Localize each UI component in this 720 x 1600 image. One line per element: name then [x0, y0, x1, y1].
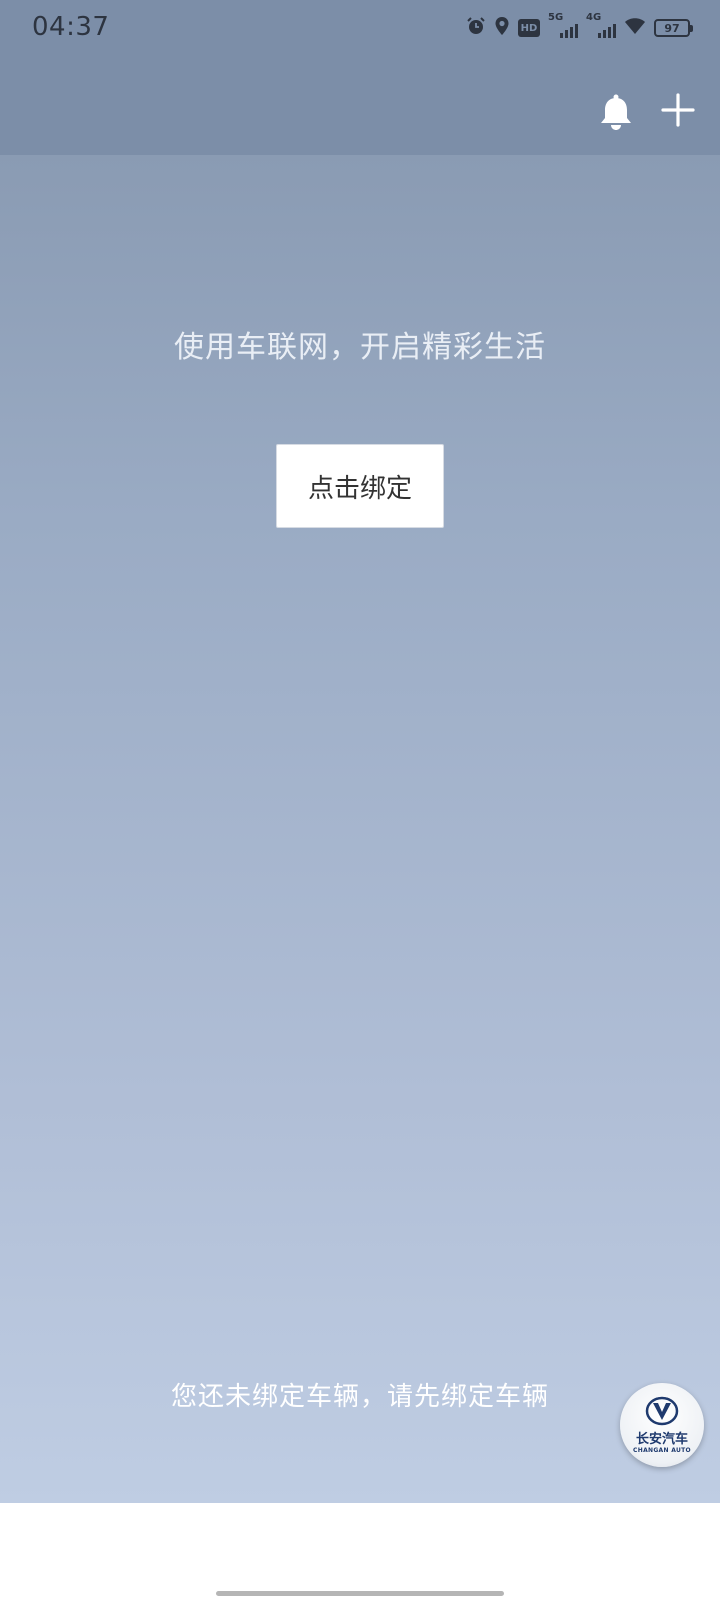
plus-icon	[661, 93, 695, 127]
top-bar: 04:37 HD 5G 4G 97	[0, 0, 720, 155]
brand-name-cn: 长安汽车	[635, 1432, 688, 1447]
bind-vehicle-button[interactable]: 点击绑定	[276, 444, 444, 528]
notification-bell-button[interactable]	[596, 92, 636, 132]
app-screen: 04:37 HD 5G 4G 97 使用车联网，开启精彩生活 点击绑定 您还未绑…	[0, 0, 720, 1503]
signal-5g-icon: 5G	[548, 12, 578, 38]
unbound-notice: 您还未绑定车辆，请先绑定车辆	[170, 1382, 549, 1412]
wifi-icon	[624, 17, 646, 39]
brand-name-en: CHANGAN AUTO	[633, 1447, 691, 1454]
alarm-icon	[466, 16, 486, 40]
headline: 使用车联网，开启精彩生活	[174, 330, 546, 365]
location-icon	[494, 16, 510, 40]
changan-brand-badge[interactable]: 长安汽车 CHANGAN AUTO	[620, 1383, 704, 1467]
battery-icon: 97	[654, 19, 693, 37]
add-button[interactable]	[660, 92, 696, 128]
home-indicator[interactable]	[216, 1591, 504, 1596]
signal-4g-icon: 4G	[586, 12, 616, 38]
network-type-label: 4G	[586, 12, 602, 23]
bell-icon	[601, 94, 631, 130]
status-icons: HD 5G 4G 97	[466, 12, 693, 42]
changan-logo-icon	[645, 1396, 679, 1426]
hd-voice-icon: HD	[518, 19, 540, 37]
status-time: 04:37	[32, 12, 110, 42]
network-type-label: 5G	[548, 12, 564, 23]
